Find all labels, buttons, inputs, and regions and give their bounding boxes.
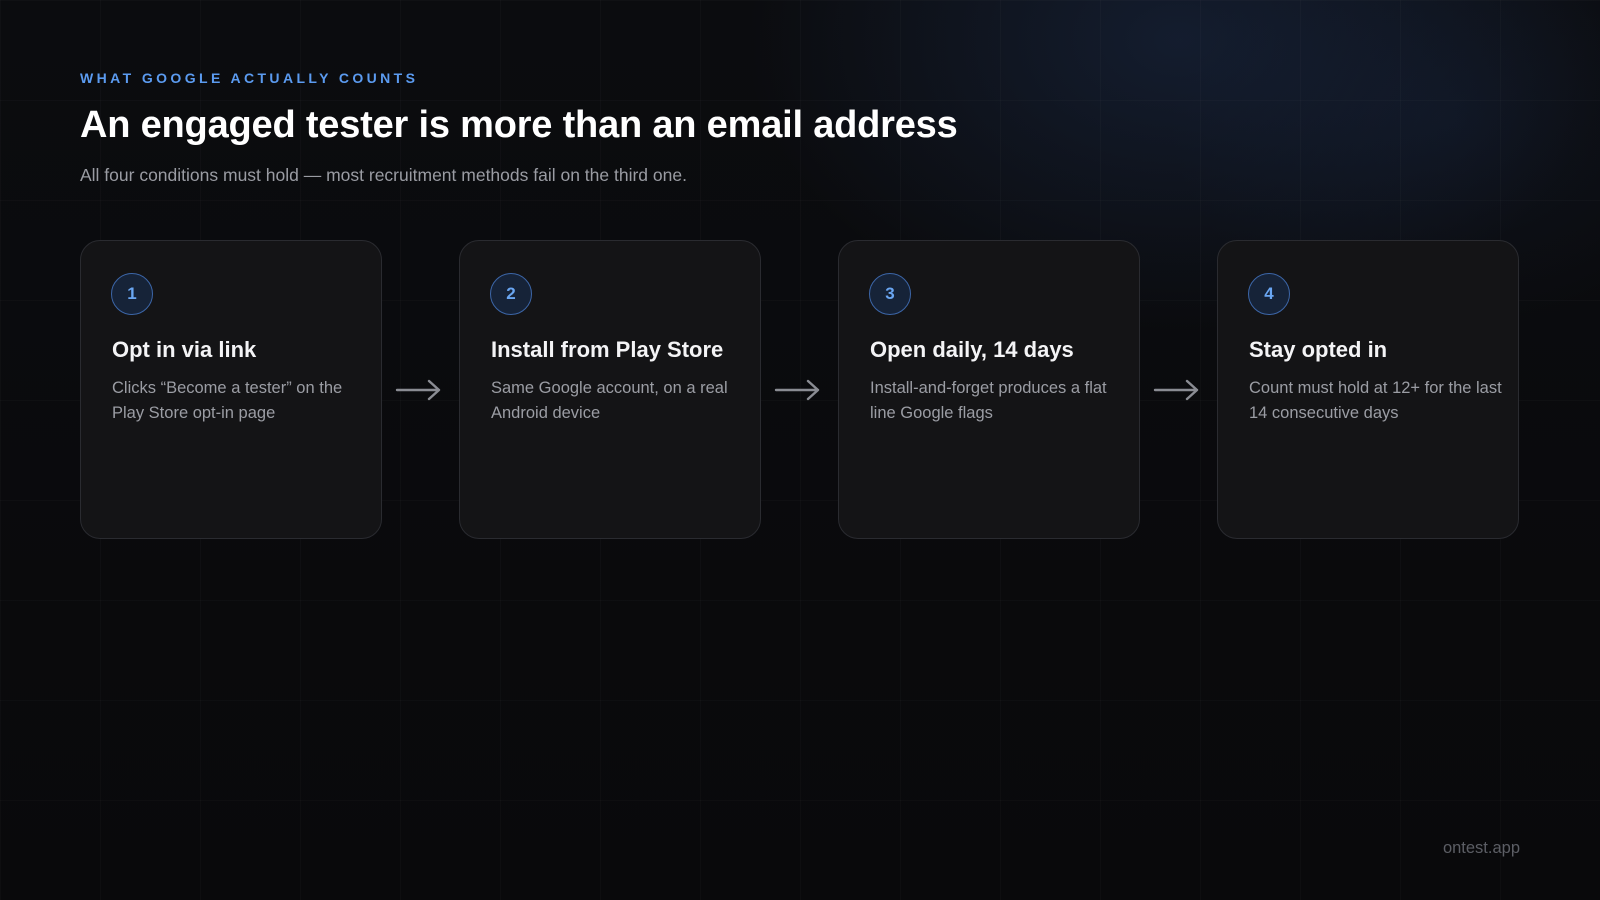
page-subtitle: All four conditions must hold — most rec… [80,165,687,185]
page-title: An engaged tester is more than an email … [80,104,958,146]
arrow-right-icon [1153,379,1199,401]
step-description: Same Google account, on a real Android d… [491,379,728,422]
step-number-badge: 3 [869,273,911,315]
step-number-badge: 1 [111,273,153,315]
step-title: Install from Play Store [491,337,724,362]
step-card-install: 2 Install from Play Store Same Google ac… [459,240,761,539]
step-number-badge: 4 [1248,273,1290,315]
step-description: Install-and-forget produces a flat line … [870,379,1107,422]
arrow-right-icon [774,379,820,401]
step-card-open-daily: 3 Open daily, 14 days Install-and-forget… [838,240,1140,539]
step-description: Clicks “Become a tester” on the Play Sto… [112,379,343,422]
step-number-badge: 2 [490,273,532,315]
step-title: Stay opted in [1249,337,1388,362]
step-title: Open daily, 14 days [870,337,1074,362]
step-card-opt-in: 1 Opt in via link Clicks “Become a teste… [80,240,382,539]
step-card-stay-opted-in: 4 Stay opted in Count must hold at 12+ f… [1217,240,1519,539]
slide: WHAT GOOGLE ACTUALLY COUNTS An engaged t… [0,0,1600,900]
eyebrow-label: WHAT GOOGLE ACTUALLY COUNTS [80,70,419,86]
step-title: Opt in via link [112,337,257,362]
arrow-right-icon [395,379,441,401]
footer-brand: ontest.app [1442,839,1520,857]
step-description: Count must hold at 12+ for the last 14 c… [1249,379,1502,422]
